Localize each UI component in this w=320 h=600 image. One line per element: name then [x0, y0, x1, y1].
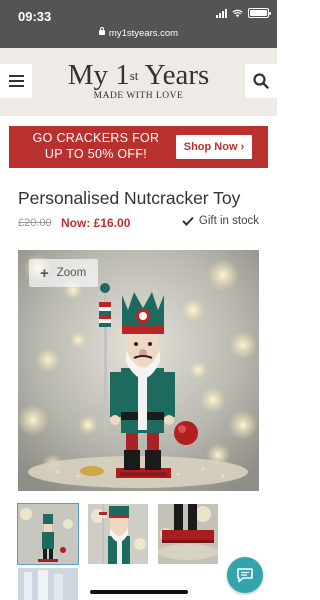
thumbnail-4[interactable]	[18, 568, 78, 600]
logo-main-text: My 1	[67, 59, 130, 91]
checkmark-icon	[182, 216, 194, 226]
search-button[interactable]	[245, 64, 277, 98]
home-indicator[interactable]	[90, 590, 188, 594]
now-price: Now: £16.00	[61, 216, 131, 230]
logo-sup: st	[129, 68, 139, 83]
thumbnail-2[interactable]	[88, 504, 148, 564]
promo-text: GO CRACKERS FOR UP TO 50% OFF!	[21, 131, 171, 162]
menu-button[interactable]	[0, 64, 32, 98]
product-title: Personalised Nutcracker Toy	[18, 188, 241, 208]
chat-button[interactable]	[227, 557, 263, 593]
signal-icon	[216, 8, 227, 18]
thumbnail-3[interactable]	[158, 504, 218, 564]
hamburger-menu-icon	[8, 75, 24, 77]
nutcracker-full-thumb	[18, 504, 78, 564]
promo-line-2: UP TO 50% OFF!	[44, 146, 148, 161]
nutcracker-blue-thumb	[18, 568, 78, 600]
old-price: £20.00	[18, 217, 52, 229]
logo-tagline: MADE WITH LOVE	[93, 91, 184, 101]
url-bar[interactable]: my1styears.com	[0, 27, 277, 39]
logo-end-text: Years	[138, 59, 210, 91]
wifi-icon	[232, 9, 243, 17]
stock-label: Gift in stock	[198, 215, 259, 227]
promo-line-1: GO CRACKERS FOR	[32, 131, 160, 145]
site-logo[interactable]: My 1st Years MADE WITH LOVE	[40, 60, 237, 101]
lock-icon	[98, 27, 105, 35]
chat-bubble-icon	[237, 568, 253, 583]
shop-now-label: Shop Now	[183, 141, 238, 153]
status-bar: 09:33 my1styears.com	[0, 0, 277, 48]
stock-status: Gift in stock	[182, 215, 259, 227]
search-icon	[253, 73, 269, 89]
status-icons	[216, 8, 271, 18]
nutcracker-closeup-thumb	[88, 504, 148, 564]
url-text: my1styears.com	[108, 28, 179, 39]
shop-now-button[interactable]: Shop Now ›	[176, 135, 252, 159]
plus-icon: +	[40, 264, 49, 282]
status-time: 09:33	[18, 9, 52, 24]
zoom-button[interactable]: + Zoom	[29, 259, 98, 287]
zoom-label: Zoom	[56, 267, 87, 279]
nutcracker-base-thumb	[158, 504, 218, 564]
promo-banner[interactable]: GO CRACKERS FOR UP TO 50% OFF! Shop Now …	[9, 126, 268, 168]
thumbnail-1[interactable]	[17, 503, 79, 565]
battery-icon	[248, 8, 271, 18]
main-product-image[interactable]: + Zoom	[18, 250, 259, 491]
chevron-right-icon: ›	[240, 141, 245, 153]
site-header: My 1st Years MADE WITH LOVE	[0, 48, 277, 116]
